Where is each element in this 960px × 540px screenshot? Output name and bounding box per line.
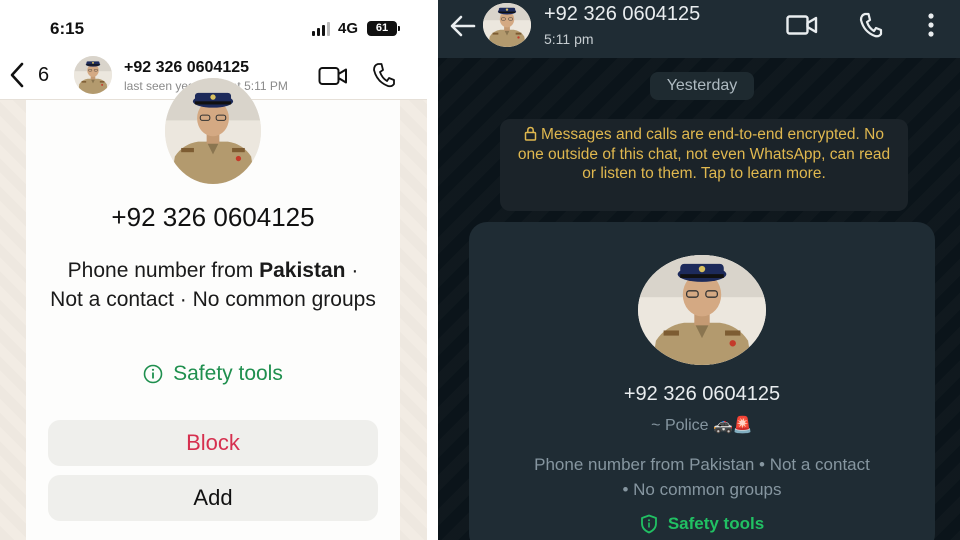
phone-call-icon[interactable] <box>372 62 396 88</box>
back-arrow-icon[interactable] <box>450 14 476 38</box>
safety-tools-label: Safety tools <box>173 362 283 385</box>
contact-phone-number: +92 326 0604125 <box>111 202 315 232</box>
video-call-icon[interactable] <box>786 14 818 36</box>
back-button[interactable]: 6 <box>10 60 60 90</box>
contact-phone-number-dark: +92 326 0604125 <box>623 383 781 405</box>
battery-icon: 61 <box>367 21 400 36</box>
chat-header-dark: +92 326 0604125 5:11 pm <box>438 0 960 58</box>
contact-name-dark[interactable]: +92 326 0604125 <box>544 3 700 26</box>
date-chip: Yesterday <box>650 72 754 100</box>
video-call-icon[interactable] <box>318 65 348 87</box>
ios-status-bar: 6:15 4G 61 <box>0 0 427 50</box>
network-type: 4G <box>338 20 359 37</box>
screenshot-collage: 6:15 4G 61 6 +92 326 0604125 last seen y… <box>0 0 960 540</box>
contact-info-card: +92 326 0604125 Phone number from Pakist… <box>26 78 400 540</box>
contact-info-card-dark: +92 326 0604125 ~ Police 🚓🚨 Phone number… <box>469 222 935 540</box>
encryption-notice[interactable]: Messages and calls are end-to-end encryp… <box>500 119 908 211</box>
contact-details: Phone number from Pakistan · Not a conta… <box>50 256 376 314</box>
android-chat-panel: +92 326 0604125 5:11 pm Yesterday Messag… <box>438 0 960 540</box>
unread-count: 6 <box>38 63 50 86</box>
ios-chat-panel: 6:15 4G 61 6 +92 326 0604125 last seen y… <box>0 0 427 540</box>
block-button[interactable]: Block <box>48 420 378 466</box>
profile-photo-image <box>165 78 261 184</box>
encryption-notice-text: Messages and calls are end-to-end encryp… <box>517 126 891 182</box>
safety-tools-link-dark[interactable]: Safety tools <box>469 514 935 534</box>
last-seen-time: 5:11 pm <box>544 31 594 47</box>
contact-name[interactable]: +92 326 0604125 <box>124 59 249 77</box>
signal-icon <box>312 22 330 36</box>
safety-tools-label-dark: Safety tools <box>667 514 765 533</box>
contact-avatar-dark[interactable] <box>483 3 531 47</box>
profile-photo-image <box>638 255 766 365</box>
shield-icon <box>640 514 657 534</box>
profile-photo-dark[interactable] <box>638 255 766 365</box>
safety-tools-link[interactable]: Safety tools <box>26 362 400 386</box>
contact-details-dark: Phone number from Pakistan • Not a conta… <box>534 455 870 499</box>
info-icon <box>143 364 163 384</box>
avatar-photo <box>483 3 531 47</box>
phone-call-icon[interactable] <box>858 12 884 38</box>
info-country: Pakistan <box>259 259 346 282</box>
profile-photo[interactable] <box>165 78 261 184</box>
more-options-icon[interactable] <box>926 12 936 38</box>
add-contact-button[interactable]: Add <box>48 475 378 521</box>
lock-icon <box>524 126 537 141</box>
contact-avatar[interactable] <box>74 56 112 94</box>
contact-about: ~ Police 🚓🚨 <box>651 417 753 434</box>
status-time: 6:15 <box>50 19 85 38</box>
back-chevron-icon <box>10 62 24 88</box>
info-prefix: Phone number from <box>67 259 260 282</box>
avatar-photo <box>74 56 112 94</box>
